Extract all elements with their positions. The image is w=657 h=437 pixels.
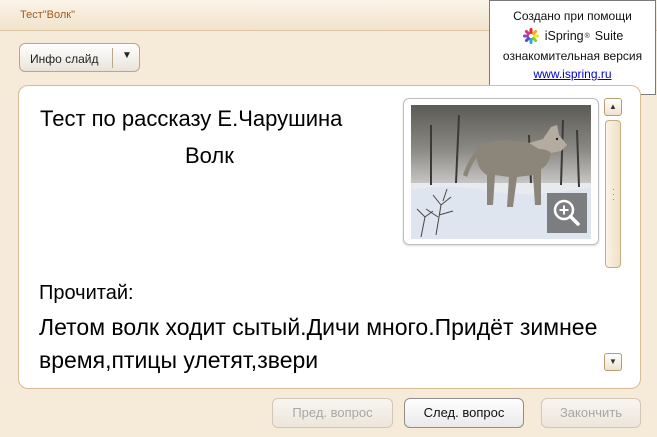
finish-button[interactable]: Закончить xyxy=(541,398,641,428)
chevron-down-icon[interactable]: ▼ xyxy=(122,50,132,61)
watermark-brand-name: iSpring xyxy=(544,29,584,43)
watermark-brand: iSpring ® Suite xyxy=(490,27,655,45)
watermark-brand-suffix: Suite xyxy=(594,29,624,43)
read-instruction: Прочитай: xyxy=(39,282,134,304)
ispring-link[interactable]: www.ispring.ru xyxy=(490,67,655,81)
scroll-up-button[interactable]: ▲ xyxy=(604,98,622,116)
scroll-thumb[interactable]: · · · xyxy=(605,120,621,268)
next-question-button[interactable]: След. вопрос xyxy=(404,398,524,428)
watermark-created-with: Создано при помощи xyxy=(513,9,632,23)
zoom-image-button[interactable] xyxy=(547,193,587,233)
grip-icon: · · · xyxy=(612,184,615,204)
question-card: Тест по рассказу Е.Чарушина Волк Прочита… xyxy=(18,85,641,389)
registered-mark: ® xyxy=(584,32,590,40)
info-slide-label: Инфо слайд xyxy=(30,52,99,66)
question-title: Тест по рассказу Е.Чарушина xyxy=(40,106,343,131)
window-title: Тест"Волк" xyxy=(20,9,76,21)
scroll-down-button[interactable]: ▼ xyxy=(604,353,622,371)
watermark-trial-version: ознакомительная версия xyxy=(502,49,643,63)
story-text: Летом волк ходит сытый.Дичи много.Придёт… xyxy=(39,314,598,373)
dropdown-divider xyxy=(112,48,113,68)
ispring-watermark: Создано при помощи iSpring ® Suite ознако… xyxy=(489,0,656,95)
info-slide-dropdown[interactable]: Инфо слайд ▼ xyxy=(19,43,140,72)
vertical-scrollbar[interactable]: ▲ · · · ▼ xyxy=(604,98,623,374)
ispring-logo-icon xyxy=(522,28,539,44)
prev-question-button[interactable]: Пред. вопрос xyxy=(272,398,393,428)
question-subtitle: Волк xyxy=(185,143,234,168)
zoom-in-icon xyxy=(553,199,580,226)
